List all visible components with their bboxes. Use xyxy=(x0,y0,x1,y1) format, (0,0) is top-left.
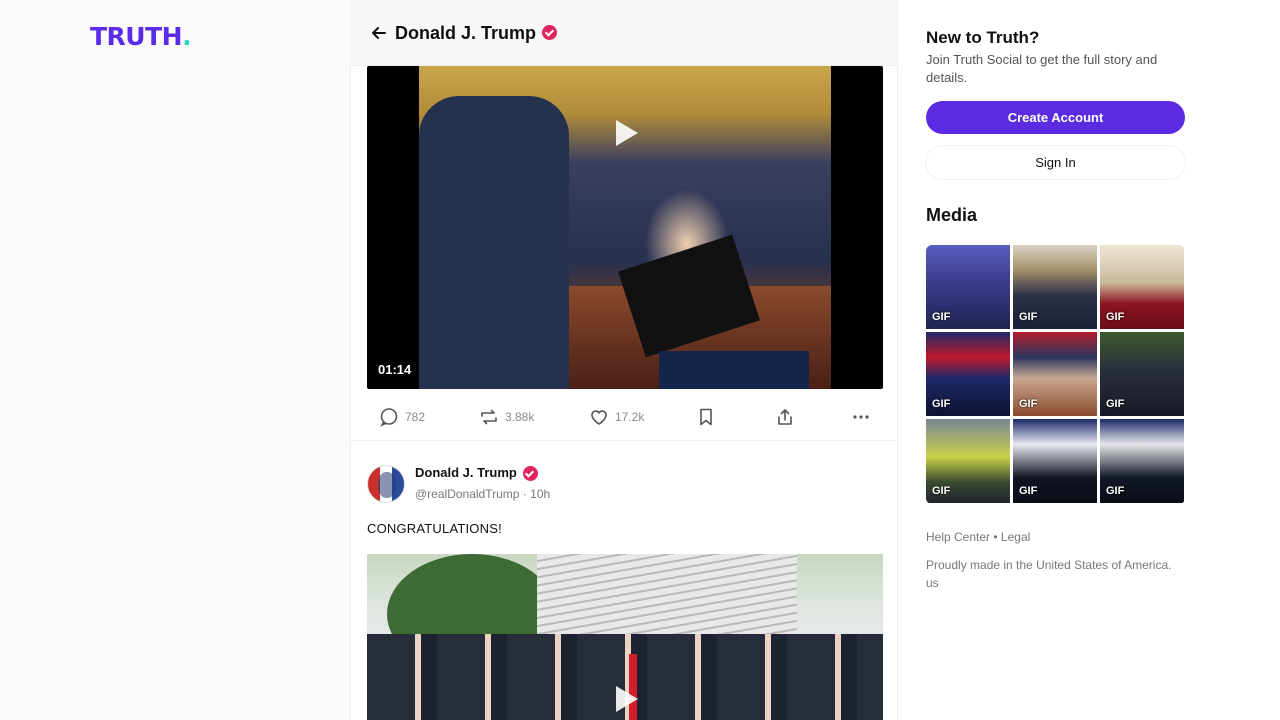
back-arrow-icon[interactable] xyxy=(367,21,391,45)
share-button[interactable] xyxy=(775,407,795,427)
media-thumbnail[interactable]: GIF xyxy=(1100,419,1184,503)
truth-logo[interactable]: TRUTH. xyxy=(90,22,192,51)
media-thumbnail[interactable]: GIF xyxy=(926,419,1010,503)
media-heading: Media xyxy=(926,205,978,225)
media-grid: GIF GIF GIF GIF GIF GIF GIF GIF GIF xyxy=(926,245,1185,504)
reply-button[interactable]: 782 xyxy=(379,407,425,427)
gif-badge: GIF xyxy=(1019,398,1038,410)
post-text: CONGRATULATIONS! xyxy=(367,521,502,536)
left-column: TRUTH. xyxy=(0,0,350,720)
share-icon xyxy=(778,409,792,425)
media-thumbnail[interactable]: GIF xyxy=(1013,245,1097,329)
gif-badge: GIF xyxy=(1106,485,1125,497)
retruth-count: 3.88k xyxy=(505,410,535,424)
retruth-button[interactable]: 3.88k xyxy=(479,407,534,427)
post-time[interactable]: 10h xyxy=(530,487,550,501)
gif-badge: GIF xyxy=(1019,311,1038,323)
gif-badge: GIF xyxy=(932,398,951,410)
media-thumbnail[interactable]: GIF xyxy=(1100,332,1184,416)
post-handle[interactable]: @realDonaldTrump xyxy=(415,487,519,501)
gif-badge: GIF xyxy=(932,311,951,323)
play-icon[interactable] xyxy=(610,116,640,150)
gif-badge: GIF xyxy=(1106,311,1125,323)
verified-badge-icon xyxy=(542,25,558,40)
more-icon xyxy=(853,415,869,419)
bookmark-icon xyxy=(700,408,712,426)
post-video[interactable]: 01:14 xyxy=(367,66,883,389)
gif-badge: GIF xyxy=(932,485,951,497)
help-center-link[interactable]: Help Center xyxy=(926,530,990,544)
avatar[interactable] xyxy=(367,465,405,503)
heart-icon xyxy=(591,410,607,425)
more-button[interactable] xyxy=(851,407,871,427)
bookmark-button[interactable] xyxy=(697,407,715,427)
legal-link[interactable]: Legal xyxy=(1001,530,1030,544)
profile-name: Donald J. Trump xyxy=(395,22,537,43)
signup-subtitle: Join Truth Social to get the full story … xyxy=(926,52,1158,85)
media-thumbnail[interactable]: GIF xyxy=(1013,419,1097,503)
comment-icon xyxy=(380,408,398,427)
media-thumbnail[interactable]: GIF xyxy=(1100,245,1184,329)
like-button[interactable]: 17.2k xyxy=(589,407,644,427)
media-thumbnail[interactable]: GIF xyxy=(926,332,1010,416)
gif-badge: GIF xyxy=(1019,485,1038,497)
post-author[interactable]: Donald J. Trump xyxy=(415,465,538,482)
media-thumbnail[interactable]: GIF xyxy=(926,245,1010,329)
post-meta: @realDonaldTrump · 10h xyxy=(415,487,551,501)
signup-title: New to Truth? xyxy=(926,28,1040,47)
like-count: 17.2k xyxy=(615,410,645,424)
gif-badge: GIF xyxy=(1106,398,1125,410)
post-video[interactable] xyxy=(367,554,883,720)
play-icon[interactable] xyxy=(610,682,640,716)
footer-links: Help Center • Legal xyxy=(926,530,1031,544)
retruth-icon xyxy=(481,409,497,425)
right-sidebar: New to Truth? Join Truth Social to get t… xyxy=(898,0,1280,720)
post-actions: 782 3.88k 17.2k xyxy=(351,395,897,441)
profile-header: Donald J. Trump xyxy=(351,0,897,66)
video-frame xyxy=(419,66,831,389)
create-account-button[interactable]: Create Account xyxy=(926,101,1185,134)
reply-count: 782 xyxy=(405,410,426,424)
feed-column: Donald J. Trump 01:14 782 3.88k 17.2k Do… xyxy=(350,0,898,720)
made-in-text: Proudly made in the United States of Ame… xyxy=(926,558,1172,590)
verified-badge-icon xyxy=(522,466,538,482)
video-duration: 01:14 xyxy=(378,362,412,377)
media-thumbnail[interactable]: GIF xyxy=(1013,332,1097,416)
sign-in-button[interactable]: Sign In xyxy=(926,146,1185,179)
